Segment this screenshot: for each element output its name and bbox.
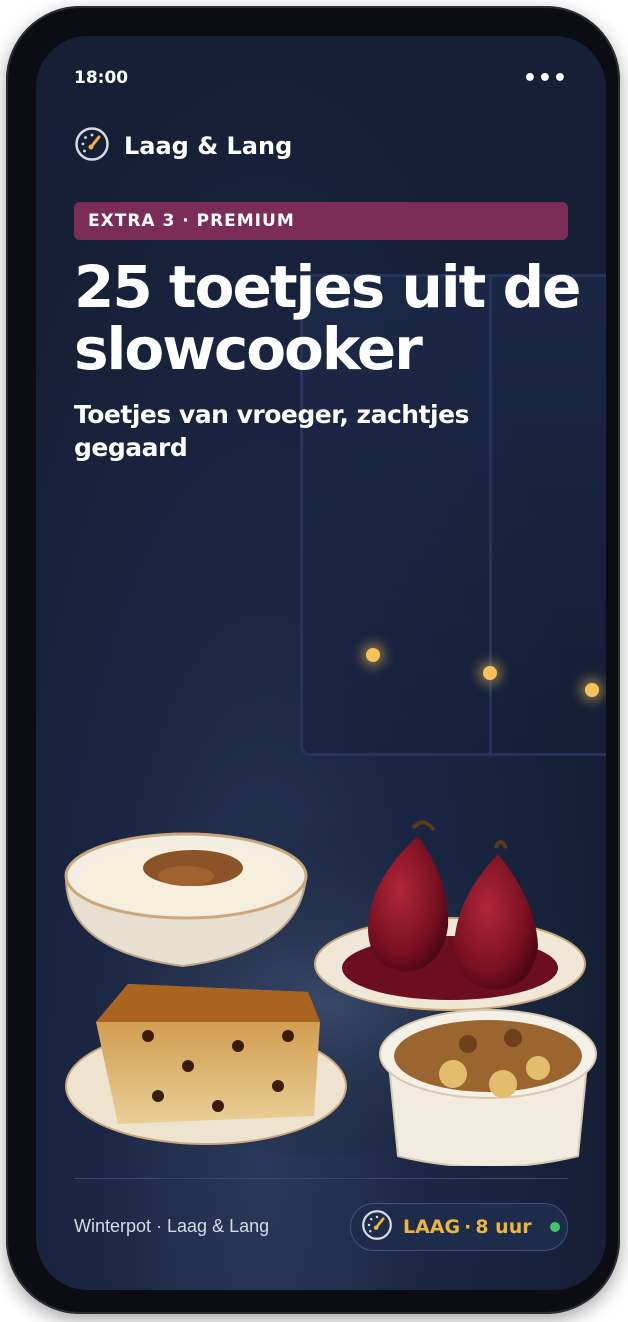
gauge-icon [74, 126, 110, 166]
more-menu-icon[interactable]: ••• [523, 66, 568, 91]
string-light [585, 683, 599, 697]
footer-divider [74, 1178, 568, 1179]
brand-header: Laag & Lang [74, 126, 292, 166]
cook-separator: · [464, 1216, 472, 1238]
status-time: 18:00 [74, 68, 129, 88]
premium-badge: EXTRA 3 · PREMIUM [74, 202, 568, 240]
dessert-photo [58, 816, 598, 1166]
page-subtitle: Toetjes van vroeger, zachtjes gegaard [74, 400, 469, 462]
cook-duration: 8 uur [475, 1216, 532, 1238]
cook-setting-pill[interactable]: LAAG · 8 uur [350, 1203, 568, 1251]
apple-crumble-ramekin [379, 1009, 597, 1166]
phone-frame: 18:00 ••• Laag & Lang EXTRA 3 · PREMIUM … [6, 6, 620, 1314]
footer-caption: Winterpot · Laag & Lang [74, 1216, 270, 1236]
gauge-icon [361, 1209, 393, 1245]
cook-setting-text: LAAG · 8 uur [403, 1216, 532, 1238]
string-light [483, 666, 497, 680]
cook-level: LAAG [403, 1216, 461, 1238]
status-dot [549, 1222, 560, 1232]
brand-name: Laag & Lang [124, 132, 293, 160]
page-title: 25 toetjes uit de slowcooker [74, 253, 581, 383]
app-screen: 18:00 ••• Laag & Lang EXTRA 3 · PREMIUM … [36, 36, 606, 1290]
bread-pudding-plate [65, 984, 347, 1145]
string-light [366, 648, 380, 662]
